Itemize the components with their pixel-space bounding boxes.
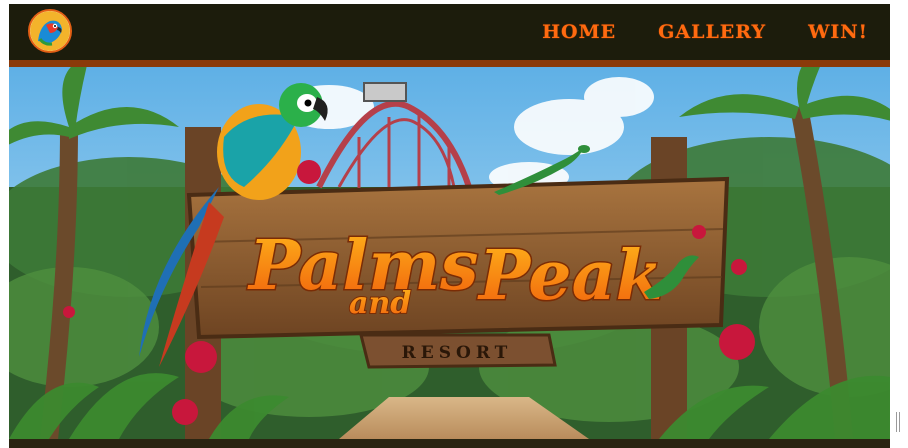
sign-title-peak: Peak [477, 236, 663, 316]
sign-title-and: and [349, 286, 411, 321]
main-nav: HOME GALLERY WIN! [542, 4, 868, 60]
page: HOME GALLERY WIN! Palms Peak and RESORT [9, 4, 890, 448]
parrot-logo-icon[interactable] [28, 9, 72, 53]
resize-grip-icon[interactable] [896, 412, 902, 432]
parrot-logo-graphic [30, 11, 70, 51]
footer-strip [9, 439, 890, 448]
navbar: HOME GALLERY WIN! [9, 4, 890, 60]
navbar-border [9, 60, 890, 67]
hero-banner-image: Palms Peak and RESORT [9, 67, 890, 439]
sign-plaque-resort: RESORT [402, 343, 513, 363]
nav-gallery[interactable]: GALLERY [658, 21, 766, 43]
nav-home[interactable]: HOME [542, 21, 616, 43]
hero-illustration: Palms Peak and RESORT [9, 67, 890, 439]
nav-win[interactable]: WIN! [808, 21, 868, 43]
